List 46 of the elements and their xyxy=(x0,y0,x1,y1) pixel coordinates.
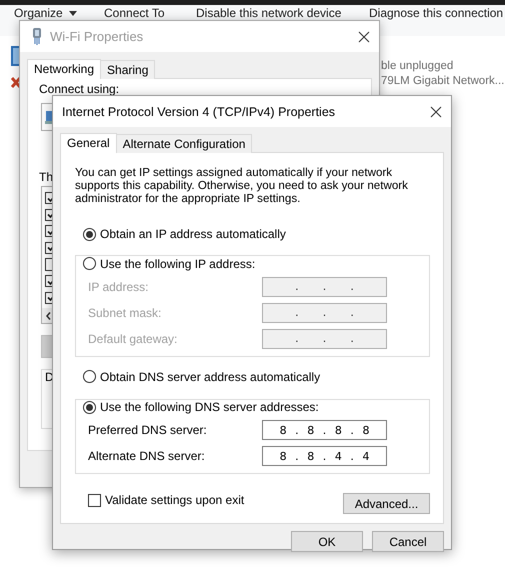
field-label: Subnet mask: xyxy=(88,306,162,320)
radio-button[interactable] xyxy=(83,257,96,270)
field-label: IP address: xyxy=(88,280,150,294)
field-label: Preferred DNS server: xyxy=(88,423,208,437)
adapter-name: 79LM Gigabit Network... xyxy=(381,74,504,89)
checkbox[interactable] xyxy=(45,275,52,288)
toolbar-button[interactable]: Connect To xyxy=(104,6,164,20)
radio-button[interactable] xyxy=(83,228,96,240)
checkbox-label[interactable]: Validate settings upon exit xyxy=(105,493,244,507)
checkbox[interactable] xyxy=(45,242,52,254)
network-icon xyxy=(32,28,42,45)
checkbox[interactable] xyxy=(45,192,52,204)
radio-label[interactable]: Obtain an IP address automatically xyxy=(100,227,286,241)
tab[interactable]: Sharing xyxy=(100,60,156,79)
checkbox[interactable] xyxy=(45,292,52,304)
radio-button[interactable] xyxy=(83,370,96,383)
radio-label[interactable]: Use the following DNS server addresses: xyxy=(100,400,319,414)
adapter-status: ble unplugged xyxy=(381,59,454,74)
caret-icon xyxy=(68,10,77,16)
scroll-left-icon[interactable] xyxy=(46,312,51,320)
dialog-button[interactable]: Cancel xyxy=(372,531,444,552)
window-title: Wi-Fi Properties xyxy=(50,29,144,44)
field-label: Alternate DNS server: xyxy=(88,449,206,463)
toolbar-button[interactable]: Diagnose this connection xyxy=(369,6,504,20)
close-icon[interactable] xyxy=(358,30,370,42)
window-title: Internet Protocol Version 4 (TCP/IPv4) Properties xyxy=(62,104,336,118)
radio-button[interactable] xyxy=(83,400,96,414)
checkbox[interactable] xyxy=(88,494,101,506)
field-label: Default gateway: xyxy=(88,332,178,346)
tab[interactable]: General xyxy=(60,133,117,153)
input-field[interactable]: 8 . 8 . 4 . 4 xyxy=(262,446,387,466)
close-icon[interactable] xyxy=(430,106,442,118)
input-field[interactable]: 8 . 8 . 8 . 8 xyxy=(262,420,387,440)
radio-label[interactable]: Use the following IP address: xyxy=(100,256,256,270)
radio-label[interactable]: Obtain DNS server address automatically xyxy=(100,370,320,384)
checkbox[interactable] xyxy=(45,225,52,238)
tab[interactable]: Networking xyxy=(27,59,102,79)
intro-text: You can get IP settings assigned automatically if your network supports this capability. Otherwise, you need to ask your network administrator for the appropriate IP settings. xyxy=(75,166,409,205)
tab[interactable]: Alternate Configuration xyxy=(116,134,252,153)
checkbox[interactable] xyxy=(45,208,52,221)
section-label: Connect using: xyxy=(39,82,120,96)
toolbar-button[interactable]: Disable this network device xyxy=(196,6,342,20)
dialog-button[interactable]: OK xyxy=(291,531,363,552)
checkbox[interactable] xyxy=(45,258,52,271)
advanced-button[interactable]: Advanced... xyxy=(343,493,430,514)
toolbar-menu[interactable]: Organize xyxy=(14,6,77,20)
